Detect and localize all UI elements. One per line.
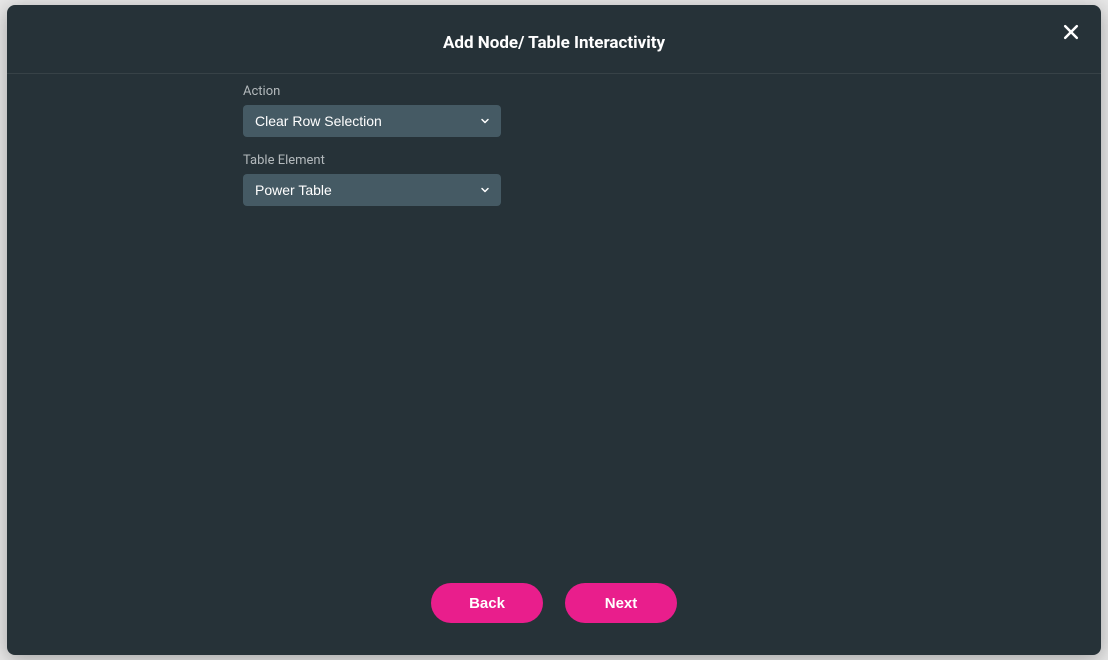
action-field-group: Action Clear Row Selection (243, 84, 865, 137)
modal-header: Add Node/ Table Interactivity (7, 5, 1101, 74)
back-button[interactable]: Back (431, 583, 543, 623)
modal-body: Action Clear Row Selection Table Element (7, 74, 1101, 565)
table-element-select-wrapper: Power Table (243, 174, 501, 206)
action-select-value: Clear Row Selection (255, 113, 382, 129)
table-element-select[interactable]: Power Table (243, 174, 501, 206)
close-button[interactable] (1057, 19, 1085, 47)
modal-dialog: Add Node/ Table Interactivity Action Cle… (7, 5, 1101, 655)
table-element-label: Table Element (243, 153, 865, 168)
action-select[interactable]: Clear Row Selection (243, 105, 501, 137)
close-icon (1061, 22, 1081, 45)
table-element-select-value: Power Table (255, 182, 332, 198)
modal-title: Add Node/ Table Interactivity (443, 33, 665, 53)
modal-footer: Back Next (7, 565, 1101, 655)
action-label: Action (243, 84, 865, 99)
modal-overlay: Add Node/ Table Interactivity Action Cle… (0, 0, 1108, 660)
next-button[interactable]: Next (565, 583, 677, 623)
table-element-field-group: Table Element Power Table (243, 153, 865, 206)
action-select-wrapper: Clear Row Selection (243, 105, 501, 137)
